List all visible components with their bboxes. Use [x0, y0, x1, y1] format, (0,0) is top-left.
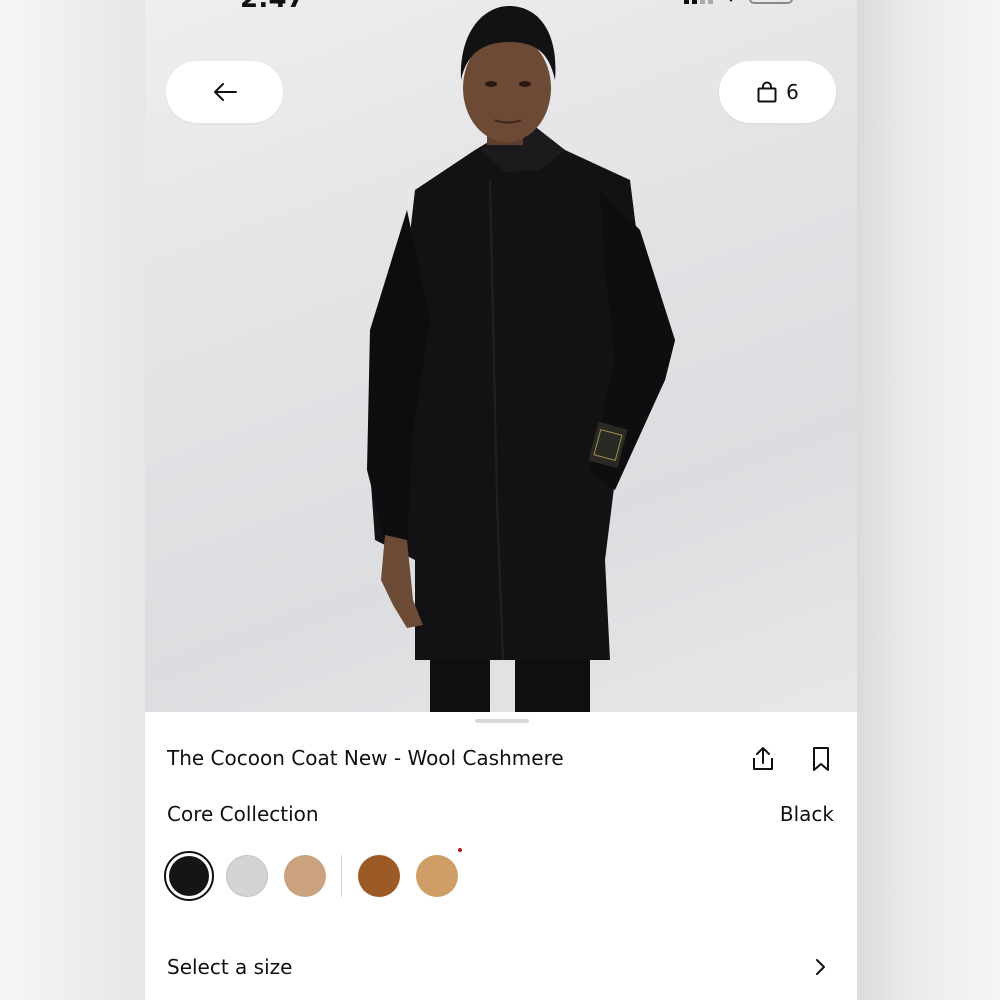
swatch-fill	[284, 855, 326, 897]
battery-icon	[749, 0, 793, 4]
sheet-handle[interactable]	[475, 719, 529, 723]
swatch-divider	[341, 855, 342, 897]
product-details-sheet: The Cocoon Coat New - Wool Cashmere Core…	[145, 712, 857, 1000]
share-icon[interactable]	[749, 745, 777, 773]
bookmark-icon[interactable]	[807, 745, 835, 773]
swatch-fill	[169, 856, 209, 896]
product-title: The Cocoon Coat New - Wool Cashmere	[167, 746, 564, 770]
swatch-light-grey[interactable]	[226, 855, 268, 897]
wifi-icon	[729, 0, 733, 2]
swatch-fill	[416, 855, 458, 897]
status-icons	[684, 0, 793, 4]
signal-icon	[684, 0, 713, 4]
swatch-camel[interactable]	[284, 855, 326, 897]
swatch-fill	[226, 855, 268, 897]
select-size-label: Select a size	[167, 955, 293, 979]
chevron-right-icon	[816, 959, 825, 975]
shopping-bag-icon	[757, 81, 777, 103]
product-screen: 2:47 6 The Cocoon Coat New - Wool Cashme…	[145, 0, 857, 1000]
status-time: 2:47	[240, 0, 305, 14]
swatch-brown[interactable]	[358, 855, 400, 897]
product-photo[interactable]: 2:47 6	[145, 0, 857, 712]
selected-color-name: Black	[779, 802, 834, 826]
new-indicator-dot	[458, 848, 462, 852]
select-size-row[interactable]: Select a size	[145, 937, 857, 997]
shopping-bag-button[interactable]: 6	[719, 61, 836, 123]
swatch-fill	[358, 855, 400, 897]
left-backdrop	[0, 0, 145, 1000]
bag-count: 6	[786, 80, 799, 104]
swatch-tan[interactable]	[416, 855, 458, 897]
collection-label: Core Collection	[167, 802, 319, 826]
back-button[interactable]	[166, 61, 283, 123]
right-backdrop	[857, 0, 1000, 1000]
color-swatches	[164, 848, 484, 903]
arrow-left-icon	[213, 83, 237, 101]
swatch-black[interactable]	[164, 851, 214, 901]
